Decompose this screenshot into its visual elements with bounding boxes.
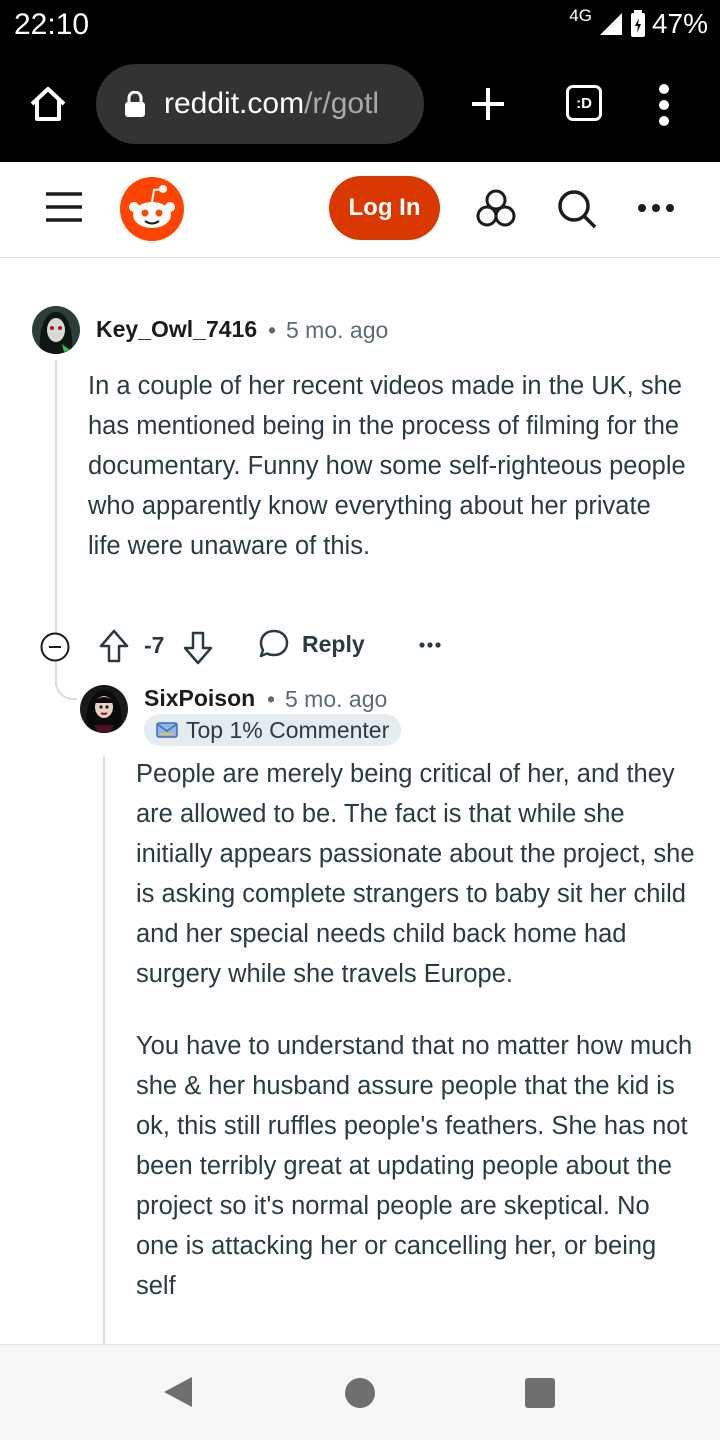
login-button[interactable]: Log In xyxy=(329,176,440,240)
comment-body: People are merely being critical of her,… xyxy=(136,754,696,1306)
browser-toolbar: reddit.com/r/gotl :D xyxy=(0,50,720,162)
vertical-dots-icon[interactable] xyxy=(650,82,678,128)
signal-icon xyxy=(599,13,622,35)
system-nav-bar xyxy=(0,1344,720,1440)
thread-line-curve xyxy=(55,662,77,700)
comment-separator: • xyxy=(268,317,277,343)
user-badge: Top 1% Commenter xyxy=(144,714,402,746)
comment-age[interactable]: 5 mo. ago xyxy=(285,686,387,713)
url-text: reddit.com/r/gotl xyxy=(164,87,379,121)
hamburger-icon[interactable] xyxy=(44,190,84,224)
speech-bubble-icon xyxy=(259,629,289,658)
status-bar: 22:10 4G 47% xyxy=(0,0,720,50)
home-icon[interactable] xyxy=(28,84,68,124)
comment-text: In a couple of her recent videos made in… xyxy=(88,372,686,560)
arrow-down-icon[interactable] xyxy=(182,630,214,666)
reddit-logo[interactable] xyxy=(120,177,184,241)
comment-author[interactable]: Key_Owl_7416 xyxy=(96,316,257,343)
url-bar[interactable]: reddit.com/r/gotl xyxy=(96,64,424,144)
home-button[interactable] xyxy=(345,1378,375,1408)
nodes-icon[interactable] xyxy=(475,188,517,230)
comment-separator: • xyxy=(267,686,276,712)
vote-score: -7 xyxy=(144,632,165,658)
envelope-badge-icon xyxy=(156,722,178,738)
horizontal-dots-icon[interactable] xyxy=(636,198,676,218)
url-path: /r/gotl xyxy=(304,87,380,120)
battery-level: 47% xyxy=(651,8,708,39)
status-indicators: 4G 47% xyxy=(569,6,708,40)
horizontal-dots-icon[interactable] xyxy=(418,640,442,650)
avatar-image xyxy=(32,306,80,354)
avatar[interactable] xyxy=(32,306,80,354)
back-icon[interactable] xyxy=(162,1375,194,1409)
avatar-image xyxy=(80,685,128,733)
battery-icon xyxy=(630,10,645,37)
tab-switcher-icon[interactable]: :D xyxy=(566,85,602,121)
reply-button[interactable]: Reply xyxy=(258,628,365,660)
minus-circle-icon[interactable] xyxy=(40,632,70,662)
comment-actions: -7 Reply xyxy=(40,626,480,666)
badge-label: Top 1% Commenter xyxy=(186,716,390,743)
lock-icon xyxy=(125,91,145,117)
arrow-up-icon[interactable] xyxy=(98,628,130,664)
avatar[interactable] xyxy=(80,685,128,733)
reddit-header: Log In xyxy=(0,162,720,258)
tab-count: :D xyxy=(576,94,592,112)
thread-line[interactable] xyxy=(103,756,105,1344)
comment-author[interactable]: SixPoison xyxy=(144,685,255,712)
search-icon[interactable] xyxy=(556,188,598,230)
comment-age[interactable]: 5 mo. ago xyxy=(286,317,388,344)
plus-icon[interactable] xyxy=(466,82,510,126)
reply-label: Reply xyxy=(302,630,365,657)
comment-paragraph: You have to understand that no matter ho… xyxy=(136,1032,693,1300)
url-domain: reddit.com xyxy=(164,87,305,120)
recents-button[interactable] xyxy=(525,1378,555,1408)
status-time: 22:10 xyxy=(14,8,90,41)
comment-body: In a couple of her recent videos made in… xyxy=(88,366,688,566)
network-type: 4G xyxy=(569,6,592,25)
comment-paragraph: People are merely being critical of her,… xyxy=(136,760,695,988)
